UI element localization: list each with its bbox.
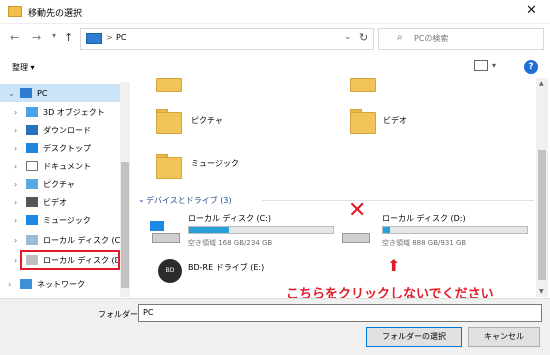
breadcrumb-pc[interactable]: PC: [116, 33, 126, 42]
help-icon[interactable]: ?: [524, 60, 538, 74]
view-dropdown-icon[interactable]: ▾: [492, 61, 496, 70]
scroll-down-icon[interactable]: ▼: [539, 288, 544, 295]
drive-usage-fill: [189, 227, 229, 233]
tree-label: 3D オブジェクト: [43, 107, 105, 117]
search-input[interactable]: [378, 28, 544, 50]
3d-objects-icon: [26, 107, 38, 117]
tree-item-pc[interactable]: ⌄ PC: [8, 84, 47, 102]
desktop-icon: [26, 143, 38, 153]
search-placeholder: PCの検索: [414, 34, 449, 43]
tree-item[interactable]: › ローカル ディスク (C:): [14, 231, 126, 249]
section-divider: [262, 200, 534, 201]
drive-label[interactable]: ローカル ディスク (D:): [382, 213, 466, 224]
tree-label: ダウンロード: [43, 125, 91, 135]
drive-c-icon: [26, 235, 38, 245]
drive-usage-bar: [382, 226, 528, 234]
tree-label: ピクチャ: [43, 179, 75, 189]
chevron-right-icon[interactable]: ›: [14, 162, 26, 171]
tree-label: ミュージック: [43, 215, 91, 225]
folder-label[interactable]: ミュージック: [191, 158, 239, 169]
select-folder-button[interactable]: フォルダーの選択: [366, 327, 462, 347]
back-button[interactable]: ←: [10, 31, 19, 44]
folder-icon[interactable]: [156, 78, 182, 92]
cross-mark-icon: ✕: [348, 198, 367, 223]
breadcrumb-separator: >: [106, 33, 113, 42]
chevron-right-icon[interactable]: ›: [14, 236, 26, 245]
close-button[interactable]: ✕: [526, 3, 537, 18]
windows-logo-icon: [150, 221, 164, 231]
chevron-right-icon[interactable]: ›: [14, 216, 26, 225]
view-options-icon[interactable]: [474, 60, 488, 71]
tree-label: デスクトップ: [43, 143, 91, 153]
folder-label[interactable]: ピクチャ: [191, 115, 223, 126]
expanded-chevron-icon[interactable]: ⌄: [8, 89, 20, 98]
tree-item[interactable]: › デスクトップ: [14, 139, 91, 157]
drive-label[interactable]: ローカル ディスク (C:): [188, 213, 271, 224]
pictures-icon: [26, 179, 38, 189]
tree-label: PC: [37, 88, 48, 98]
pictures-folder-icon[interactable]: [156, 112, 182, 134]
folder-label[interactable]: ビデオ: [383, 115, 407, 126]
right-scroll-thumb[interactable]: [538, 150, 546, 280]
drive-usage-fill: [383, 227, 390, 233]
tree-label: ローカル ディスク (C:): [43, 235, 127, 245]
bd-drive-icon[interactable]: BD: [158, 259, 182, 283]
address-dropdown-icon[interactable]: ⌄: [344, 32, 352, 42]
music-icon: [26, 215, 38, 225]
arrow-up-icon: ⬆: [387, 256, 401, 275]
tree-item[interactable]: › ビデオ: [14, 193, 67, 211]
tree-item[interactable]: › 3D オブジェクト: [14, 103, 105, 121]
music-folder-icon[interactable]: [156, 157, 182, 179]
drive-space: 空き領域 888 GB/931 GB: [382, 239, 467, 247]
history-dropdown[interactable]: ▾: [52, 31, 56, 40]
up-button[interactable]: ↑: [64, 31, 73, 44]
folder-input[interactable]: [138, 304, 542, 322]
folder-value[interactable]: PC: [143, 308, 153, 317]
drive-d-icon[interactable]: [342, 233, 370, 243]
chevron-right-icon[interactable]: ›: [14, 180, 26, 189]
chevron-right-icon[interactable]: ›: [14, 126, 26, 135]
drive-space: 空き領域 168 GB/234 GB: [188, 239, 273, 247]
tree-item[interactable]: › ネットワーク: [8, 275, 85, 293]
chevron-right-icon[interactable]: ›: [8, 280, 20, 289]
folder-icon[interactable]: [350, 78, 376, 92]
search-icon: ⌕: [397, 32, 403, 43]
computer-icon: [20, 88, 32, 98]
chevron-right-icon[interactable]: ›: [14, 198, 26, 207]
highlight-box: [20, 250, 120, 270]
tree-item[interactable]: › ドキュメント: [14, 157, 91, 175]
tree-item[interactable]: › ダウンロード: [14, 121, 91, 139]
cancel-button[interactable]: キャンセル: [468, 327, 540, 347]
tree-label: ビデオ: [43, 197, 67, 207]
scroll-up-icon[interactable]: ▲: [539, 80, 544, 87]
chevron-right-icon[interactable]: ›: [14, 108, 26, 117]
document-icon: [26, 161, 38, 171]
left-scroll-thumb[interactable]: [121, 162, 129, 288]
drive-c-icon[interactable]: [152, 233, 180, 243]
folder-label: フォルダー:: [98, 310, 141, 319]
section-header[interactable]: デバイスとドライブ (3): [146, 195, 232, 206]
computer-icon: [86, 33, 102, 44]
folder-icon: [8, 6, 22, 17]
refresh-icon[interactable]: ↻: [359, 31, 368, 44]
chevron-right-icon[interactable]: ›: [14, 144, 26, 153]
tree-item[interactable]: › ピクチャ: [14, 175, 75, 193]
tree-item[interactable]: › ミュージック: [14, 211, 91, 229]
window-title: 移動先の選択: [28, 9, 83, 19]
tree-label: ネットワーク: [37, 279, 85, 289]
download-icon: [26, 125, 38, 135]
forward-button[interactable]: →: [32, 31, 41, 44]
title-bar: [0, 0, 550, 24]
drive-label[interactable]: BD-RE ドライブ (E:): [188, 262, 264, 273]
organize-button[interactable]: 整理 ▾: [12, 62, 35, 73]
tree-label: ドキュメント: [43, 161, 91, 171]
drive-usage-bar: [188, 226, 334, 234]
video-folder-icon[interactable]: [350, 112, 376, 134]
video-icon: [26, 197, 38, 207]
collapse-chevron-icon[interactable]: ⌄: [138, 195, 145, 204]
network-icon: [20, 279, 32, 289]
